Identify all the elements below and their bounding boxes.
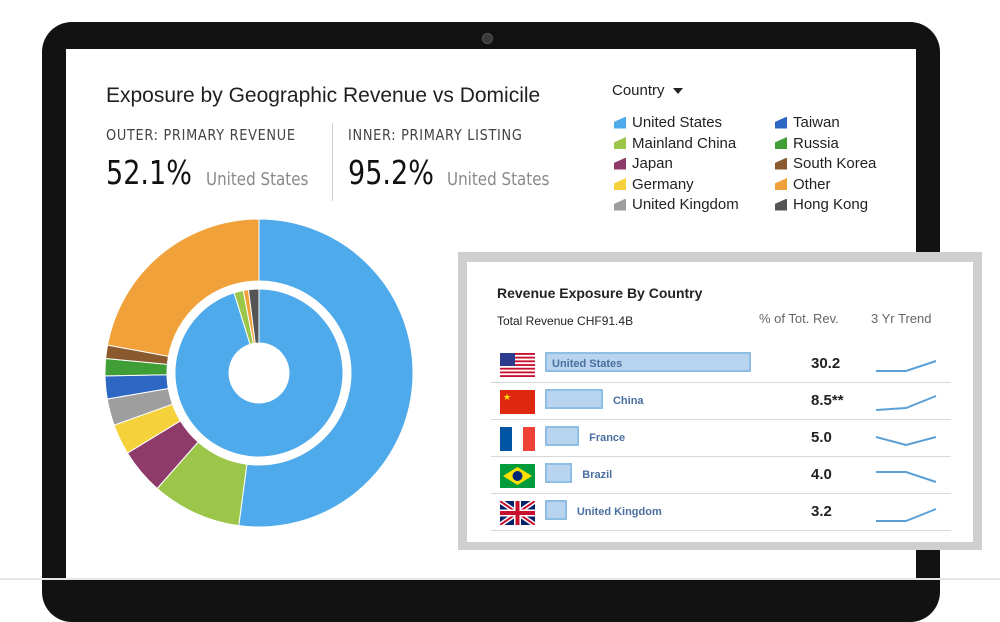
- us-flag-icon: [500, 353, 535, 377]
- revenue-bar: [545, 463, 573, 483]
- table-row[interactable]: ★ China 8.5**: [491, 384, 951, 420]
- trend-line: [875, 395, 937, 411]
- trend-column-header: 3 Yr Trend: [871, 311, 932, 326]
- trend-sparkline: [875, 395, 937, 411]
- france-flag-icon: [500, 427, 535, 451]
- revenue-panel: Revenue Exposure By Country Total Revenu…: [458, 252, 982, 550]
- brazil-flag-icon: [500, 464, 535, 488]
- trend-sparkline: [876, 508, 937, 522]
- trend-line: [875, 436, 937, 447]
- panel-title: Revenue Exposure By Country: [497, 285, 703, 301]
- china-flag-icon: ★: [500, 390, 535, 414]
- country-label: Brazil: [582, 469, 613, 481]
- country-label: United Kingdom: [576, 506, 662, 518]
- row-divider: [491, 382, 951, 383]
- trend-sparkline: [875, 436, 937, 447]
- row-divider: [491, 419, 951, 420]
- revenue-percent: 5.0: [811, 429, 832, 446]
- table-row[interactable]: Brazil 4.0: [491, 458, 951, 494]
- panel-subtitle: Total Revenue CHF91.4B: [497, 314, 634, 328]
- revenue-bar: [545, 426, 580, 446]
- table-row[interactable]: France 5.0: [491, 421, 951, 457]
- trend-line: [876, 508, 937, 522]
- table-row[interactable]: United States 30.2: [491, 347, 951, 383]
- desk-edge: [0, 578, 1000, 580]
- table-row[interactable]: United Kingdom 3.2: [491, 495, 951, 531]
- revenue-percent: 4.0: [811, 466, 832, 483]
- revenue-percent: 3.2: [811, 503, 832, 520]
- row-divider: [491, 493, 951, 494]
- row-divider: [491, 456, 951, 457]
- value-column-header: % of Tot. Rev.: [759, 311, 839, 326]
- revenue-percent: 30.2: [811, 355, 841, 372]
- revenue-percent: 8.5**: [811, 392, 844, 409]
- uk-flag-icon: [500, 501, 535, 525]
- trend-sparkline: [876, 360, 937, 372]
- trend-line: [876, 360, 937, 372]
- country-label: France: [589, 432, 626, 444]
- revenue-bar: [545, 500, 567, 520]
- country-label: China: [612, 395, 644, 407]
- trend-sparkline: [876, 471, 937, 483]
- trend-line: [876, 471, 937, 483]
- revenue-bar: [545, 389, 603, 409]
- country-label: United States: [552, 358, 623, 370]
- revenue-panel-body: Revenue Exposure By Country Total Revenu…: [467, 262, 973, 542]
- row-divider: [491, 530, 951, 531]
- svg-text:★: ★: [503, 392, 511, 402]
